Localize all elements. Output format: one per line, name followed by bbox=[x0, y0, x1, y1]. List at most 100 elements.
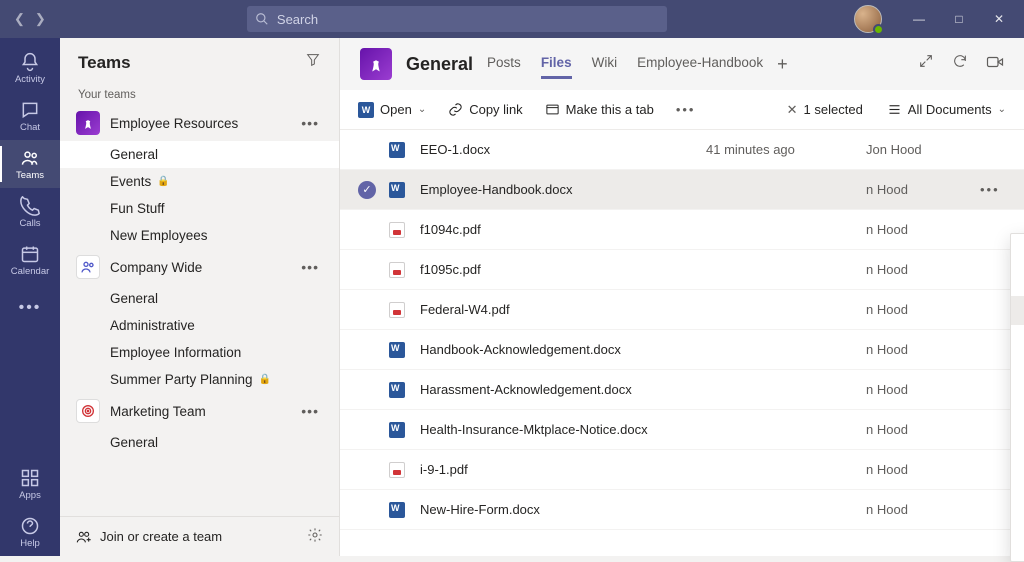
filter-icon[interactable] bbox=[305, 52, 321, 73]
channel-item[interactable]: Fun Stuff bbox=[60, 195, 339, 222]
app-rail: ActivityChatTeamsCallsCalendar••• Apps Hel… bbox=[0, 38, 60, 556]
tab-employee-handbook[interactable]: Employee-Handbook bbox=[637, 49, 763, 79]
file-row[interactable]: ✓Employee-Handbook.docx•••n Hood bbox=[340, 170, 1024, 210]
expand-icon[interactable] bbox=[918, 53, 934, 76]
close-button[interactable]: ✕ bbox=[982, 5, 1016, 33]
team-more-icon[interactable]: ••• bbox=[301, 403, 319, 419]
file-row[interactable]: EEO-1.docx41 minutes agoJon Hood bbox=[340, 130, 1024, 170]
selection-count[interactable]: ✕ 1 selected bbox=[787, 102, 863, 118]
open-label: Open bbox=[380, 102, 412, 117]
ctx-more[interactable]: More❯ bbox=[1011, 528, 1024, 557]
channel-item[interactable]: General bbox=[60, 141, 339, 168]
rail-more[interactable]: ••• bbox=[0, 284, 60, 332]
file-row[interactable]: Federal-W4.pdf n Hood bbox=[340, 290, 1024, 330]
team-row[interactable]: Company Wide••• bbox=[60, 249, 339, 285]
join-team-icon bbox=[76, 529, 92, 545]
chevron-down-icon: ⌄ bbox=[998, 104, 1006, 115]
rail-teams[interactable]: Teams bbox=[0, 140, 60, 188]
rail-help[interactable]: Help bbox=[0, 508, 60, 556]
channel-name: Employee Information bbox=[110, 345, 241, 360]
calls-icon bbox=[20, 196, 40, 216]
minimize-button[interactable]: ― bbox=[902, 5, 936, 33]
file-row[interactable]: Handbook-Acknowledgement.docx n Hood bbox=[340, 330, 1024, 370]
rail-calendar[interactable]: Calendar bbox=[0, 236, 60, 284]
ctx-copy[interactable]: Copy bbox=[1011, 499, 1024, 528]
ctx-move[interactable]: Move bbox=[1011, 470, 1024, 499]
meet-icon[interactable] bbox=[986, 53, 1004, 76]
team-name: Employee Resources bbox=[110, 116, 291, 131]
copy-link-command[interactable]: Copy link bbox=[448, 102, 522, 117]
add-tab-button[interactable]: + bbox=[777, 54, 788, 75]
file-row[interactable]: Health-Insurance-Mktplace-Notice.docxn H… bbox=[340, 410, 1024, 450]
file-row[interactable]: i-9-1.pdfn Hood bbox=[340, 450, 1024, 490]
ctx-rename[interactable]: Rename bbox=[1011, 412, 1024, 441]
team-more-icon[interactable]: ••• bbox=[301, 115, 319, 131]
rail-apps[interactable]: Apps bbox=[0, 460, 60, 508]
file-row[interactable]: f1095c.pdf n Hood bbox=[340, 250, 1024, 290]
file-modified-by: n Hood bbox=[866, 342, 1006, 357]
file-name: f1095c.pdf bbox=[420, 262, 706, 277]
ctx-download[interactable]: Download bbox=[1011, 325, 1024, 354]
channel-name: General bbox=[110, 291, 158, 306]
channel-name: New Employees bbox=[110, 228, 208, 243]
file-name: Federal-W4.pdf bbox=[420, 302, 706, 317]
pdf-file-icon bbox=[388, 461, 406, 479]
file-modified-by: n Hood bbox=[866, 222, 1006, 237]
view-switcher[interactable]: All Documents ⌄ bbox=[887, 102, 1006, 117]
ctx-copy-link[interactable]: Copy link bbox=[1011, 267, 1024, 296]
nav-back[interactable]: ❮ bbox=[14, 11, 25, 27]
ctx-open-in-sharepoint[interactable]: Open in SharePoint bbox=[1011, 441, 1024, 470]
channel-item[interactable]: General bbox=[60, 285, 339, 312]
file-row[interactable]: f1094c.pdfn Hood bbox=[340, 210, 1024, 250]
file-modified-by: n Hood bbox=[866, 502, 1006, 517]
team-more-icon[interactable]: ••• bbox=[301, 259, 319, 275]
channel-avatar bbox=[360, 48, 392, 80]
refresh-icon[interactable] bbox=[952, 53, 968, 76]
tab-wiki[interactable]: Wiki bbox=[592, 49, 618, 79]
rail-chat[interactable]: Chat bbox=[0, 92, 60, 140]
pdf-file-icon bbox=[388, 221, 406, 239]
selection-check-icon[interactable]: ✓ bbox=[358, 181, 376, 199]
word-file-icon bbox=[388, 501, 406, 519]
settings-icon[interactable] bbox=[307, 527, 323, 546]
user-avatar[interactable] bbox=[854, 5, 882, 33]
make-tab-command[interactable]: Make this a tab bbox=[545, 102, 654, 117]
rail-calls[interactable]: Calls bbox=[0, 188, 60, 236]
file-modified-by: n Hood bbox=[866, 262, 1006, 277]
join-team-button[interactable]: Join or create a team bbox=[76, 529, 222, 545]
copy-link-label: Copy link bbox=[469, 102, 522, 117]
ctx-delete[interactable]: Delete bbox=[1011, 354, 1024, 383]
team-row[interactable]: Employee Resources ••• bbox=[60, 105, 339, 141]
channel-item[interactable]: Summer Party Planning🔒 bbox=[60, 366, 339, 393]
open-command[interactable]: W Open ⌄ bbox=[358, 102, 426, 118]
team-row[interactable]: Marketing Team••• bbox=[60, 393, 339, 429]
channel-name: Summer Party Planning bbox=[110, 372, 253, 387]
search-icon bbox=[255, 12, 269, 26]
file-modified-by: n Hood bbox=[866, 422, 1006, 437]
maximize-button[interactable]: □ bbox=[942, 5, 976, 33]
file-name: Handbook-Acknowledgement.docx bbox=[420, 342, 706, 357]
channel-item[interactable]: Events🔒 bbox=[60, 168, 339, 195]
more-commands[interactable]: ••• bbox=[676, 102, 696, 117]
ctx-pin-to-top[interactable]: Pin to top bbox=[1011, 383, 1024, 412]
channel-item[interactable]: General bbox=[60, 429, 339, 456]
channel-name: General bbox=[110, 147, 158, 162]
pdf-file-icon bbox=[388, 261, 406, 279]
nav-forward[interactable]: ❯ bbox=[35, 11, 46, 27]
file-row[interactable]: New-Hire-Form.docxn Hood bbox=[340, 490, 1024, 530]
make-tab-label: Make this a tab bbox=[566, 102, 654, 117]
tab-posts[interactable]: Posts bbox=[487, 49, 521, 79]
rail-activity[interactable]: Activity bbox=[0, 44, 60, 92]
word-file-icon bbox=[388, 141, 406, 159]
channel-item[interactable]: New Employees bbox=[60, 222, 339, 249]
file-row[interactable]: Harassment-Acknowledgement.docxn Hood bbox=[340, 370, 1024, 410]
tab-files[interactable]: Files bbox=[541, 49, 572, 79]
ctx-make-this-a-tab[interactable]: Make this a tab bbox=[1011, 296, 1024, 325]
search-input[interactable]: Search bbox=[247, 6, 667, 32]
ctx-open[interactable]: Open❯ bbox=[1011, 238, 1024, 267]
channel-item[interactable]: Employee Information bbox=[60, 339, 339, 366]
file-modified-by: n Hood bbox=[866, 302, 1006, 317]
row-more-icon[interactable]: ••• bbox=[980, 182, 1000, 197]
rail-label: Help bbox=[20, 538, 40, 549]
channel-item[interactable]: Administrative bbox=[60, 312, 339, 339]
